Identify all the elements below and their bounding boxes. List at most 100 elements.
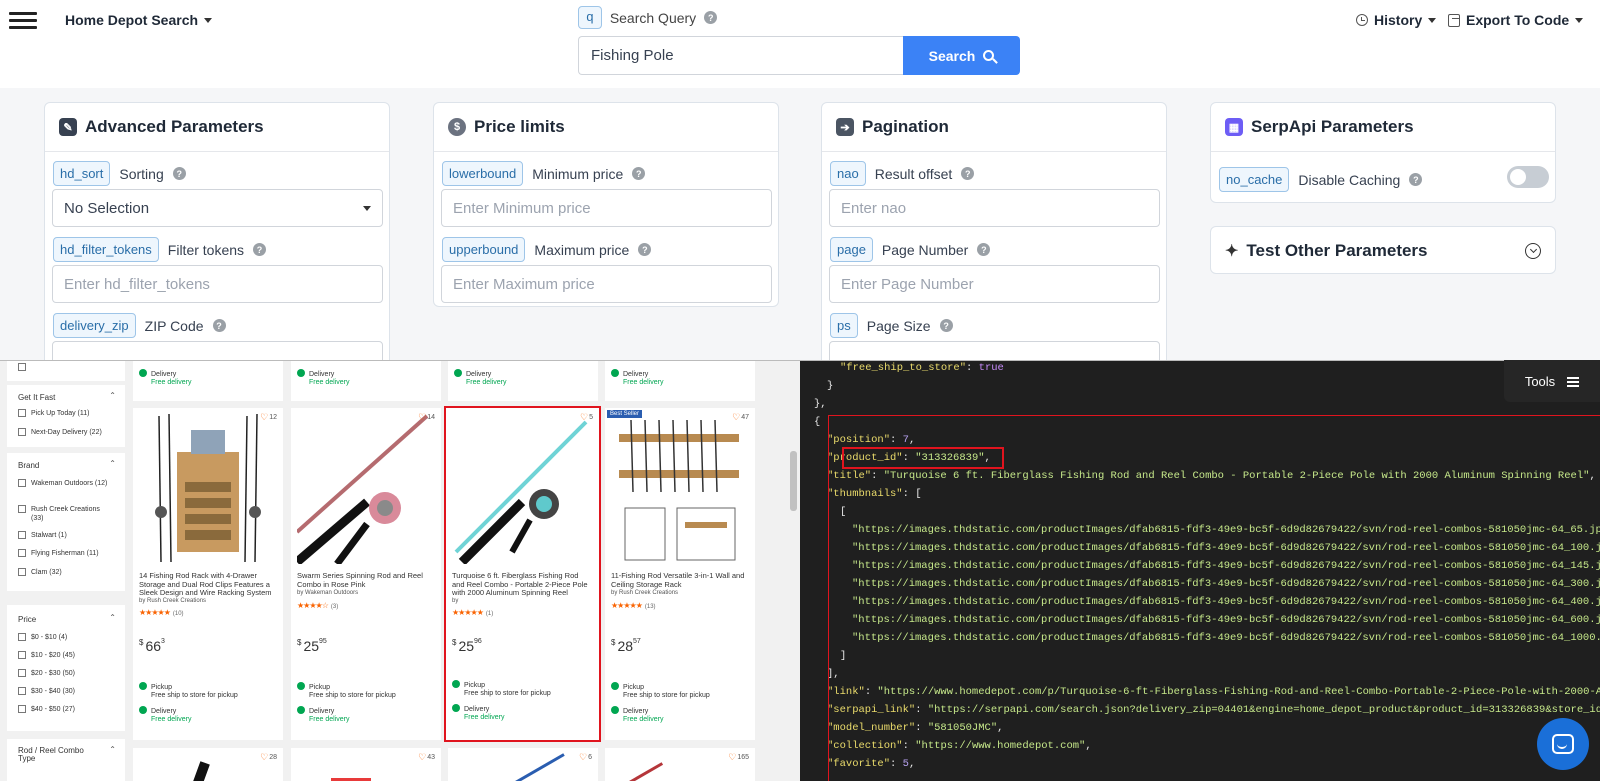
- favorite-icon[interactable]: ♡ 28: [260, 752, 277, 763]
- lowerbound-pill: lowerbound: [442, 161, 524, 186]
- price-whole: 25: [458, 638, 475, 654]
- page-input[interactable]: Enter Page Number: [829, 265, 1160, 303]
- favorite-icon[interactable]: ♡ 14: [418, 412, 435, 423]
- checkbox[interactable]: [18, 409, 26, 417]
- checkbox[interactable]: [18, 363, 26, 371]
- menu-icon[interactable]: [9, 12, 37, 30]
- filter-option[interactable]: Flying Fisherman (11): [18, 549, 99, 558]
- filter-option[interactable]: $0 - $10 (4): [18, 633, 67, 642]
- checkbox[interactable]: [18, 687, 26, 695]
- rating-stars: ★★★★★ (10): [139, 608, 184, 617]
- filter-option[interactable]: Clam (32): [18, 568, 62, 577]
- min-price-input[interactable]: Enter Minimum price: [441, 189, 772, 227]
- filter-option[interactable]: $20 - $30 (50): [18, 669, 75, 678]
- history-menu[interactable]: History: [1356, 12, 1437, 28]
- checkbox[interactable]: [18, 705, 26, 713]
- product-card-highlighted[interactable]: ♡ 5 Turquoise 6 ft. Fiberglass Fishing Ro…: [444, 406, 601, 742]
- search-button[interactable]: Search: [903, 36, 1020, 75]
- checkbox[interactable]: [18, 549, 26, 557]
- help-icon[interactable]: ?: [1409, 173, 1423, 186]
- delivery-icon: [611, 369, 619, 377]
- favorite-icon[interactable]: ♡ 5: [580, 412, 593, 423]
- product-card[interactable]: Best Seller ♡ 47 11-Fishing Rod Versatile…: [605, 408, 755, 740]
- tools-button[interactable]: Tools: [1504, 360, 1600, 402]
- checkbox[interactable]: [18, 651, 26, 659]
- checkbox[interactable]: [18, 505, 26, 513]
- product-title[interactable]: 11-Fishing Rod Versatile 3-in-1 Wall and…: [611, 571, 749, 589]
- filter-tokens-input[interactable]: Enter hd_filter_tokens: [52, 265, 383, 303]
- max-price-input[interactable]: Enter Maximum price: [441, 265, 772, 303]
- checkbox[interactable]: [18, 428, 26, 436]
- export-menu[interactable]: Export To Code: [1448, 12, 1584, 28]
- checkbox[interactable]: [18, 479, 26, 487]
- search-button-label: Search: [928, 47, 976, 64]
- chevron-up-icon[interactable]: ⌃: [109, 459, 116, 468]
- zip-input[interactable]: [52, 341, 383, 360]
- checkbox[interactable]: [18, 531, 26, 539]
- checkbox[interactable]: [18, 669, 26, 677]
- filter-option[interactable]: Rush Creek Creations (33): [18, 505, 108, 523]
- help-icon[interactable]: ?: [172, 167, 186, 180]
- help-icon[interactable]: ?: [939, 319, 953, 332]
- sort-select[interactable]: No Selection: [52, 189, 383, 227]
- help-icon[interactable]: ?: [212, 319, 226, 332]
- help-icon[interactable]: ?: [704, 11, 718, 24]
- chevron-up-icon[interactable]: ⌃: [109, 613, 116, 622]
- zip-label: ZIP Code: [144, 317, 204, 334]
- favorite-icon[interactable]: ♡ 12: [260, 412, 277, 423]
- product-card-next[interactable]: ♡ 28: [133, 748, 283, 781]
- filter-option[interactable]: Wakeman Outdoors (12): [18, 479, 108, 488]
- filter-option[interactable]: $10 - $20 (45): [18, 651, 75, 660]
- help-icon[interactable]: ?: [638, 243, 652, 256]
- favorite-icon[interactable]: ♡ 6: [579, 752, 592, 763]
- page-size-label: Page Size: [866, 317, 931, 334]
- help-icon[interactable]: ?: [961, 167, 975, 180]
- favorite-icon[interactable]: ♡ 165: [728, 752, 749, 763]
- free-delivery-label: Free delivery: [309, 379, 350, 386]
- rating-stars: ★★★★☆ (3): [297, 601, 339, 610]
- filter-option[interactable]: Pick Up Today (11): [18, 409, 90, 418]
- filter-option[interactable]: $30 - $40 (30): [18, 687, 75, 696]
- help-icon[interactable]: ?: [253, 243, 267, 256]
- search-input[interactable]: [578, 36, 903, 75]
- filter-option[interactable]: Stalwart (1): [18, 531, 67, 540]
- product-card[interactable]: ♡ 12 14 Fishing Rod Rack with 4-Drawer St…: [133, 408, 283, 740]
- product-title[interactable]: 14 Fishing Rod Rack with 4-Drawer Storag…: [139, 571, 277, 598]
- chevron-up-icon[interactable]: ⌃: [109, 745, 116, 754]
- checkbox[interactable]: [18, 633, 26, 641]
- page-size-input[interactable]: [829, 341, 1160, 360]
- help-icon[interactable]: ?: [632, 167, 646, 180]
- product-card-next[interactable]: ♡ 6: [448, 748, 598, 781]
- expand-icon[interactable]: [1525, 243, 1541, 259]
- disable-caching-toggle[interactable]: [1507, 166, 1549, 188]
- product-title[interactable]: Turquoise 6 ft. Fiberglass Fishing Rod a…: [452, 571, 593, 598]
- pickup-sub: Free ship to store for pickup: [151, 692, 238, 699]
- nao-label: Result offset: [874, 165, 953, 182]
- filter-title: Brand: [18, 461, 40, 470]
- chat-launcher-button[interactable]: [1537, 718, 1589, 770]
- pickup-label: Pickup: [151, 684, 173, 691]
- test-other-parameters-card[interactable]: ✦ Test Other Parameters: [1210, 226, 1556, 274]
- engine-select[interactable]: Home Depot Search: [65, 12, 213, 28]
- filter-option[interactable]: Next-Day Delivery (22): [18, 428, 102, 437]
- card-title: Advanced Parameters: [85, 117, 264, 136]
- product-title[interactable]: Swarm Series Spinning Rod and Reel Combo…: [297, 571, 435, 589]
- product-card-next[interactable]: ♡ 43: [291, 748, 441, 781]
- chevron-up-icon[interactable]: ⌃: [109, 391, 116, 400]
- help-icon[interactable]: ?: [977, 243, 991, 256]
- product-card-previous: Delivery Free delivery: [291, 361, 441, 401]
- favorite-icon[interactable]: ♡ 43: [418, 752, 435, 763]
- favorite-icon[interactable]: ♡ 47: [732, 412, 749, 423]
- price-limits-card: $ Price limits lowerbound Minimum price …: [433, 102, 779, 307]
- review-count: (13): [644, 604, 656, 610]
- product-card[interactable]: ♡ 14 Swarm Series Spinning Rod and Reel C…: [291, 408, 441, 740]
- engine-label: Home Depot Search: [65, 12, 199, 28]
- nao-input[interactable]: Enter nao: [829, 189, 1160, 227]
- scrollbar[interactable]: [787, 361, 800, 781]
- price-cents: 96: [474, 638, 482, 645]
- serpapi-logo-icon: ▦: [1225, 118, 1243, 136]
- checkbox[interactable]: [18, 568, 26, 576]
- filter-option[interactable]: $40 - $50 (27): [18, 705, 75, 714]
- scrollbar-thumb[interactable]: [790, 451, 797, 511]
- product-card-next[interactable]: ♡ 165: [605, 748, 755, 781]
